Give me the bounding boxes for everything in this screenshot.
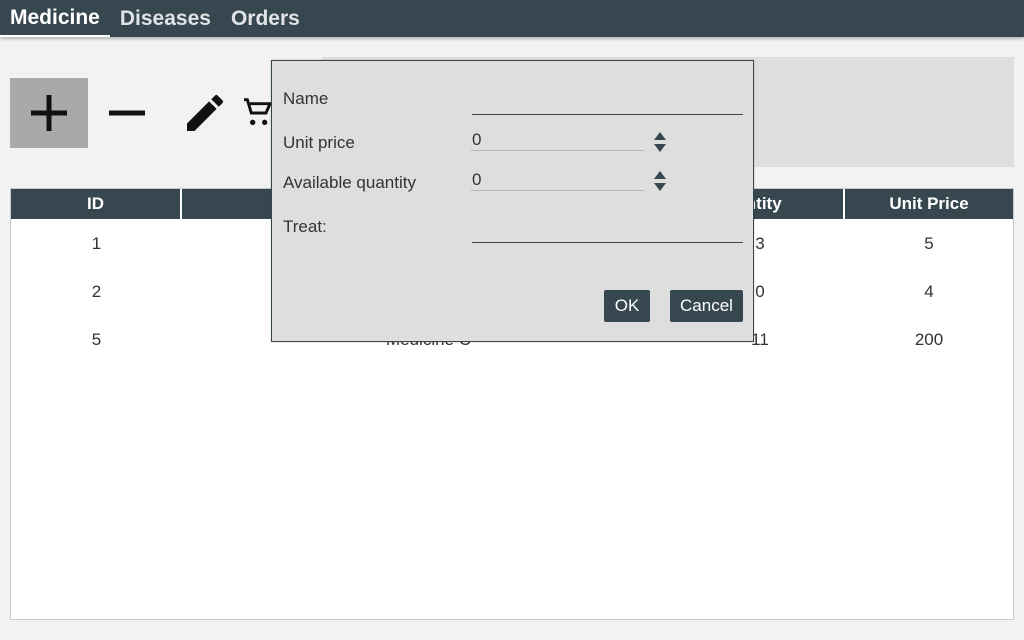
available-quantity-field[interactable]: [471, 169, 644, 191]
column-header-unit-price[interactable]: Unit Price: [845, 189, 1013, 219]
tab-medicine[interactable]: Medicine: [0, 0, 110, 37]
available-quantity-label: Available quantity: [283, 173, 416, 192]
minus-icon: [109, 110, 145, 116]
cell-id: 5: [91, 330, 102, 349]
unit-price-spinner[interactable]: [653, 132, 667, 152]
arrow-down-icon[interactable]: [654, 144, 666, 152]
cell-id: 1: [91, 234, 102, 253]
top-tab-bar: Medicine Diseases Orders: [0, 0, 1024, 37]
cell-unit-price: 4: [924, 282, 934, 301]
edit-button[interactable]: [166, 78, 244, 148]
available-quantity-spinner[interactable]: [653, 171, 667, 191]
treat-label: Treat:: [283, 217, 327, 236]
ok-button[interactable]: OK: [604, 290, 650, 322]
plus-icon: [31, 95, 67, 131]
cell-unit-price: 5: [924, 234, 934, 253]
order-button[interactable]: [244, 78, 274, 148]
tab-orders[interactable]: Orders: [221, 0, 310, 37]
arrow-down-icon[interactable]: [654, 183, 666, 191]
name-label: Name: [283, 89, 329, 108]
unit-price-field[interactable]: [471, 129, 644, 151]
pencil-icon: [187, 94, 224, 131]
tab-diseases[interactable]: Diseases: [110, 0, 221, 37]
cell-unit-price: 200: [914, 330, 944, 349]
remove-button[interactable]: [88, 78, 166, 148]
add-button[interactable]: [10, 78, 88, 148]
name-field[interactable]: [472, 93, 743, 115]
column-header-id[interactable]: ID: [11, 189, 182, 219]
cancel-button[interactable]: Cancel: [670, 290, 743, 322]
arrow-up-icon[interactable]: [654, 132, 666, 140]
add-medicine-dialog: Name Unit price Available quantity Treat…: [271, 60, 754, 342]
cell-id: 2: [91, 282, 102, 301]
treat-field[interactable]: [472, 221, 743, 243]
arrow-up-icon[interactable]: [654, 171, 666, 179]
cart-icon: [244, 98, 273, 125]
unit-price-label: Unit price: [283, 133, 355, 152]
